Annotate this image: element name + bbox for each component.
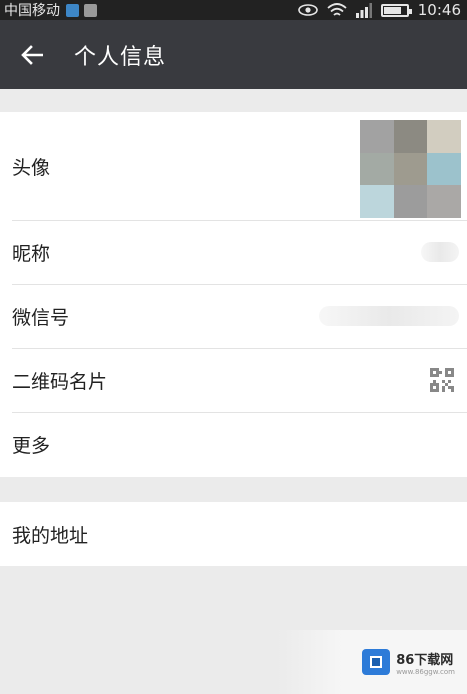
wifi-icon (327, 2, 347, 16)
watermark-url: www.86ggw.com (396, 667, 455, 676)
more-label: 更多 (12, 434, 51, 457)
my-address-label: 我的地址 (12, 524, 89, 547)
avatar-tile (427, 152, 461, 186)
avatar-tile (360, 152, 394, 186)
avatar-tile (427, 185, 461, 218)
nickname-label: 昵称 (12, 242, 51, 265)
status-bar: 中国移动 10:46 (0, 0, 467, 20)
qr-code-card-label: 二维码名片 (12, 370, 108, 393)
avatar-tile (393, 152, 428, 186)
avatar-tile (360, 120, 394, 153)
avatar-label: 头像 (12, 156, 51, 179)
message-notification-icon (66, 3, 79, 17)
battery-icon (380, 3, 412, 17)
app-toolbar: 个人信息 (0, 20, 467, 89)
site-watermark: 86下载网 www.86ggw.com (277, 630, 467, 694)
avatar-tile (393, 185, 428, 218)
page-title: 个人信息 (74, 44, 167, 70)
wechat-id-value-blurred (319, 306, 459, 326)
back-arrow-icon (21, 44, 43, 65)
profile-section: 头像 昵称 微信号 二维码名片 更多 (0, 112, 467, 477)
watermark-name: 86下载网 (396, 652, 454, 668)
avatar-tile (360, 185, 394, 218)
signal-icon (355, 2, 372, 18)
eye-icon (297, 4, 318, 16)
carrier-label: 中国移动 (4, 3, 60, 19)
avatar-tile (393, 120, 428, 153)
avatar (360, 120, 461, 218)
wechat-id-label: 微信号 (12, 306, 70, 329)
address-section: 我的地址 (0, 502, 467, 566)
clock: 10:46 (417, 1, 461, 19)
more-row[interactable]: 更多 (0, 412, 467, 476)
wechat-id-row[interactable]: 微信号 (0, 284, 467, 348)
image-notification-icon (84, 3, 97, 17)
qr-code-card-row[interactable]: 二维码名片 (0, 348, 467, 412)
avatar-tile (427, 120, 461, 153)
qr-code-icon (430, 368, 454, 392)
my-address-row[interactable]: 我的地址 (0, 502, 467, 566)
back-button[interactable] (0, 20, 58, 89)
nickname-value-blurred (421, 242, 459, 262)
avatar-row[interactable]: 头像 (0, 112, 467, 220)
watermark-logo-icon (362, 649, 391, 675)
nickname-row[interactable]: 昵称 (0, 220, 467, 284)
